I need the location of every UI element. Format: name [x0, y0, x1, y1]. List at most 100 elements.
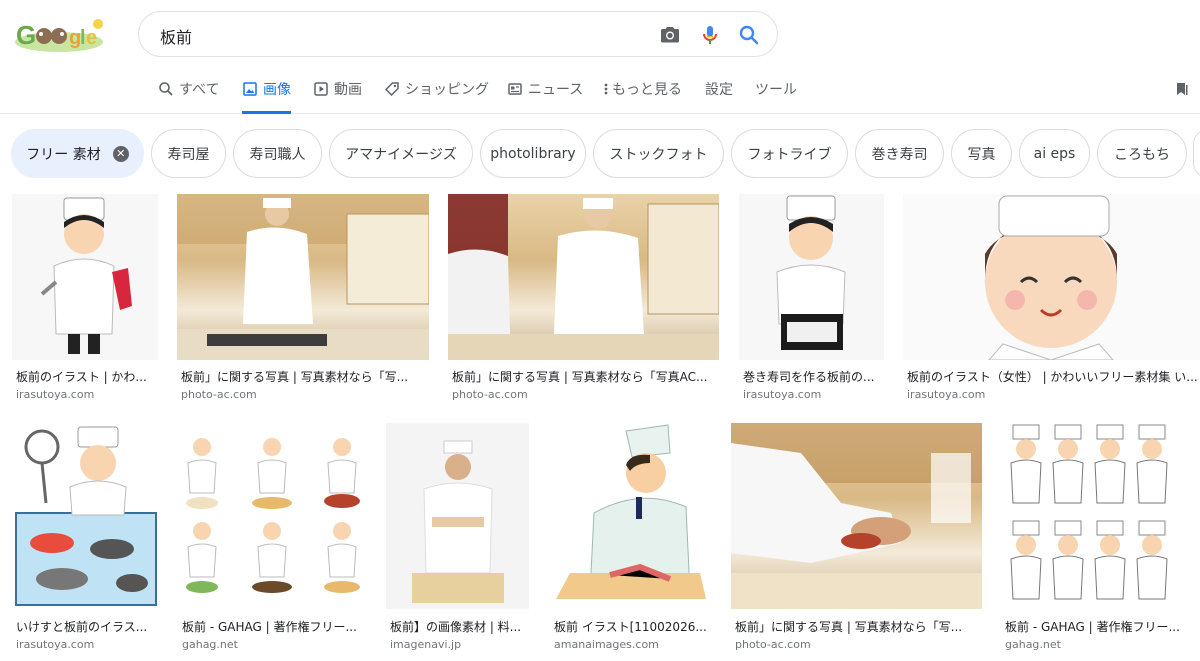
chip-sushi-shokunin[interactable]: 寿司職人 — [233, 129, 322, 178]
image-result[interactable]: 板前のイラスト | かわ... irasutoya.com — [12, 194, 158, 406]
close-icon[interactable]: ✕ — [112, 145, 129, 162]
tab-tools[interactable]: ツール — [755, 80, 797, 114]
image-result[interactable]: 板前 - GAHAG | 著作権フリー... gahag.net — [178, 423, 367, 655]
image-result[interactable]: 板前」に関する写真 | 写真素材なら「写... photo-ac.com — [177, 194, 429, 406]
tab-more[interactable]: もっと見る — [603, 80, 682, 114]
svg-text:e: e — [86, 27, 97, 49]
chip-label: 寿司職人 — [249, 146, 306, 163]
result-source: irasutoya.com — [16, 638, 95, 651]
chip-label: フォトライブ — [747, 146, 832, 163]
result-caption: 巻き寿司を作る板前の... — [743, 370, 875, 384]
tab-label: ショッピング — [405, 82, 489, 98]
image-result[interactable]: 板前 - GAHAG | 著作権フリー... gahag.net — [1001, 423, 1189, 655]
google-logo[interactable]: G g l e — [14, 14, 104, 54]
chip-label: 写真 — [967, 146, 996, 163]
result-source: amanaimages.com — [554, 638, 659, 651]
chip-amana-images[interactable]: アマナイメージズ — [329, 129, 473, 178]
result-caption: 板前】の画像素材 | 料... — [390, 620, 522, 634]
image-result[interactable]: 板前」に関する写真 | 写真素材なら「写真AC... photo-ac.com — [448, 194, 719, 406]
tab-all[interactable]: すべて — [158, 80, 219, 114]
mic-icon[interactable] — [698, 23, 722, 47]
svg-text:l: l — [80, 27, 86, 49]
result-thumbnail[interactable] — [178, 423, 367, 609]
tab-news[interactable]: ニュース — [507, 80, 583, 114]
search-icon[interactable] — [737, 23, 761, 47]
video-icon — [314, 82, 328, 96]
result-thumbnail[interactable] — [386, 423, 529, 609]
result-source: photo-ac.com — [735, 638, 811, 651]
chip-makizushi[interactable]: 巻き寿司 — [855, 129, 944, 178]
search-box[interactable]: 板前 — [138, 11, 778, 57]
tab-images[interactable]: 画像 — [242, 80, 291, 114]
svg-text:G: G — [16, 20, 36, 50]
tab-videos[interactable]: 動画 — [313, 80, 362, 114]
chip-free-material[interactable]: フリー 素材 ✕ — [11, 129, 144, 178]
image-result[interactable]: いけすと板前のイラス... irasutoya.com — [12, 423, 159, 655]
chip-label: ころもち — [1114, 146, 1170, 163]
chip-stock-photo[interactable]: ストックフォト — [593, 129, 724, 178]
search-icon — [159, 82, 173, 96]
tab-label: もっと見る — [612, 82, 682, 98]
saved-collections[interactable] — [1174, 80, 1195, 114]
search-input[interactable]: 板前 — [160, 24, 192, 48]
tab-label: 動画 — [334, 82, 362, 98]
result-caption: 板前 - GAHAG | 著作権フリー... — [1005, 620, 1180, 634]
more-vert-icon — [604, 83, 608, 95]
image-result[interactable]: 板前】の画像素材 | 料... imagenavi.jp — [386, 423, 529, 655]
result-source: gahag.net — [1005, 638, 1061, 651]
tab-label: ツール — [755, 82, 797, 98]
tag-icon — [384, 82, 399, 97]
result-caption: 板前」に関する写真 | 写真素材なら「写... — [181, 370, 409, 384]
result-source: irasutoya.com — [907, 388, 986, 401]
chip-label: photolibrary — [490, 145, 576, 162]
result-source: photo-ac.com — [452, 388, 528, 401]
result-caption: 板前」に関する写真 | 写真素材なら「写... — [735, 620, 963, 634]
image-icon — [243, 82, 257, 96]
result-source: irasutoya.com — [743, 388, 822, 401]
result-caption: いけすと板前のイラス... — [16, 620, 148, 634]
chip-ai-eps[interactable]: ai eps — [1019, 129, 1090, 178]
result-thumbnail[interactable] — [177, 194, 429, 360]
chip-label: アマナイメージズ — [345, 146, 457, 163]
result-source: imagenavi.jp — [390, 638, 462, 651]
image-result[interactable]: 板前のイラスト（女性） | かわいいフリー素材集 い... irasutoya.… — [903, 194, 1200, 406]
result-thumbnail[interactable] — [1001, 423, 1189, 609]
result-caption: 板前 - GAHAG | 著作権フリー... — [182, 620, 357, 634]
chip-sushiya[interactable]: 寿司屋 — [151, 129, 226, 178]
result-caption: 板前のイラスト（女性） | かわいいフリー素材集 い... — [907, 370, 1198, 384]
result-caption: 板前 イラスト[11002026... — [554, 620, 707, 634]
tab-label: すべて — [179, 82, 220, 98]
result-caption: 板前のイラスト | かわ... — [16, 370, 147, 384]
result-source: irasutoya.com — [16, 388, 95, 401]
result-source: gahag.net — [182, 638, 238, 651]
news-icon — [508, 83, 522, 95]
result-thumbnail[interactable] — [12, 194, 158, 360]
image-result[interactable]: 板前 イラスト[11002026... amanaimages.com — [550, 423, 712, 655]
chip-label: 寿司屋 — [167, 146, 210, 163]
result-thumbnail[interactable] — [550, 423, 712, 609]
result-thumbnail[interactable] — [12, 423, 159, 609]
chip-label: ai eps — [1033, 145, 1076, 162]
chip-label: フリー 素材 — [26, 146, 101, 163]
image-result[interactable]: 巻き寿司を作る板前の... irasutoya.com — [739, 194, 884, 406]
result-caption: 板前」に関する写真 | 写真素材なら「写真AC... — [452, 370, 708, 384]
tab-shopping[interactable]: ショッピング — [384, 80, 489, 114]
tab-label: 設定 — [705, 82, 733, 98]
tab-label: 画像 — [263, 82, 291, 98]
chip-photolive[interactable]: フォトライブ — [731, 129, 848, 178]
result-thumbnail[interactable] — [448, 194, 719, 360]
tab-settings[interactable]: 設定 — [705, 80, 733, 114]
chip-koromochi[interactable]: ころもち — [1097, 129, 1187, 178]
result-thumbnail[interactable] — [739, 194, 884, 360]
image-result[interactable]: 板前」に関する写真 | 写真素材なら「写... photo-ac.com — [731, 423, 982, 655]
result-source: photo-ac.com — [181, 388, 257, 401]
chip-label: ストックフォト — [609, 146, 708, 163]
camera-icon[interactable] — [658, 23, 682, 47]
chip-photo[interactable]: 写真 — [951, 129, 1012, 178]
result-thumbnail[interactable] — [903, 194, 1200, 360]
chip-overflow[interactable] — [1193, 129, 1200, 178]
tab-label: ニュース — [528, 82, 584, 98]
bookmark-icon — [1177, 83, 1188, 95]
chip-photolibrary[interactable]: photolibrary — [480, 129, 586, 178]
result-thumbnail[interactable] — [731, 423, 982, 609]
